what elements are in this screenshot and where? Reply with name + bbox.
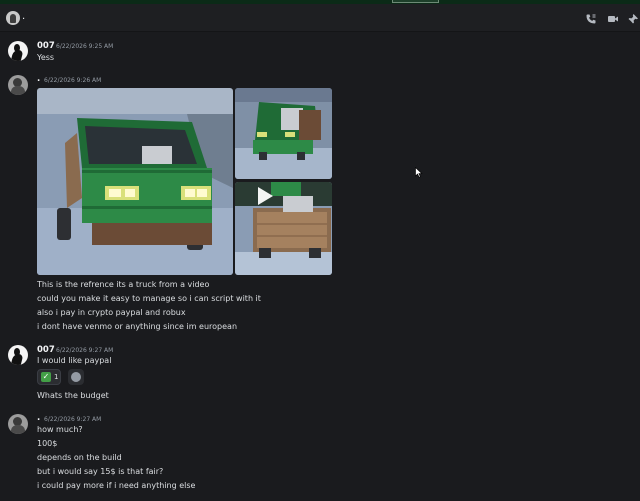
channel-name[interactable]: . — [22, 11, 25, 22]
message-timestamp: 6/22/2026 9:27 AM — [44, 416, 102, 423]
message-text: depends on the build — [37, 453, 122, 462]
add-reaction-icon — [71, 372, 81, 382]
message-timestamp: 6/22/2026 9:25 AM — [56, 43, 114, 50]
message-text: I would like paypal — [37, 356, 112, 365]
message-text: Whats the budget — [37, 391, 109, 400]
truck-side-image[interactable] — [235, 88, 332, 179]
mouse-cursor-icon — [415, 167, 423, 178]
message-text: Yess — [37, 53, 55, 62]
message-text: i could pay more if i need anything else — [37, 481, 196, 490]
voice-call-icon[interactable] — [585, 13, 597, 25]
check-mark-emoji: ✓ — [41, 372, 51, 382]
message-text: but i would say 15$ is that fair? — [37, 467, 164, 476]
truck-front-image[interactable] — [37, 88, 233, 275]
truck-bed-video[interactable] — [235, 182, 332, 275]
channel-header: . — [0, 4, 640, 32]
pin-icon[interactable] — [627, 13, 639, 25]
message-author[interactable]: 007 — [37, 41, 55, 51]
message-text: also i pay in crypto paypal and robux — [37, 308, 186, 317]
active-window-tab[interactable] — [392, 0, 439, 3]
message-text: i dont have venmo or anything since im e… — [37, 322, 238, 331]
message-author[interactable]: 007 — [37, 345, 55, 355]
reaction-count: 1 — [54, 373, 59, 381]
message-timestamp: 6/22/2026 9:27 AM — [56, 347, 114, 354]
message-author[interactable]: . — [37, 413, 40, 423]
play-icon[interactable] — [253, 185, 275, 207]
add-reaction-button[interactable] — [68, 369, 84, 385]
video-call-icon[interactable] — [607, 13, 619, 25]
message-text: could you make it easy to manage so i ca… — [37, 294, 261, 303]
message-text: how much? — [37, 425, 83, 434]
channel-avatar[interactable] — [6, 11, 20, 25]
avatar[interactable] — [8, 75, 28, 95]
message-timestamp: 6/22/2026 9:26 AM — [44, 77, 102, 84]
avatar[interactable] — [8, 345, 28, 365]
message-author[interactable]: . — [37, 74, 40, 84]
avatar[interactable] — [8, 41, 28, 61]
avatar[interactable] — [8, 414, 28, 434]
reaction-check[interactable]: ✓ 1 — [37, 369, 61, 385]
message-text: This is the refrence its a truck from a … — [37, 280, 210, 289]
message-text: 100$ — [37, 439, 58, 448]
